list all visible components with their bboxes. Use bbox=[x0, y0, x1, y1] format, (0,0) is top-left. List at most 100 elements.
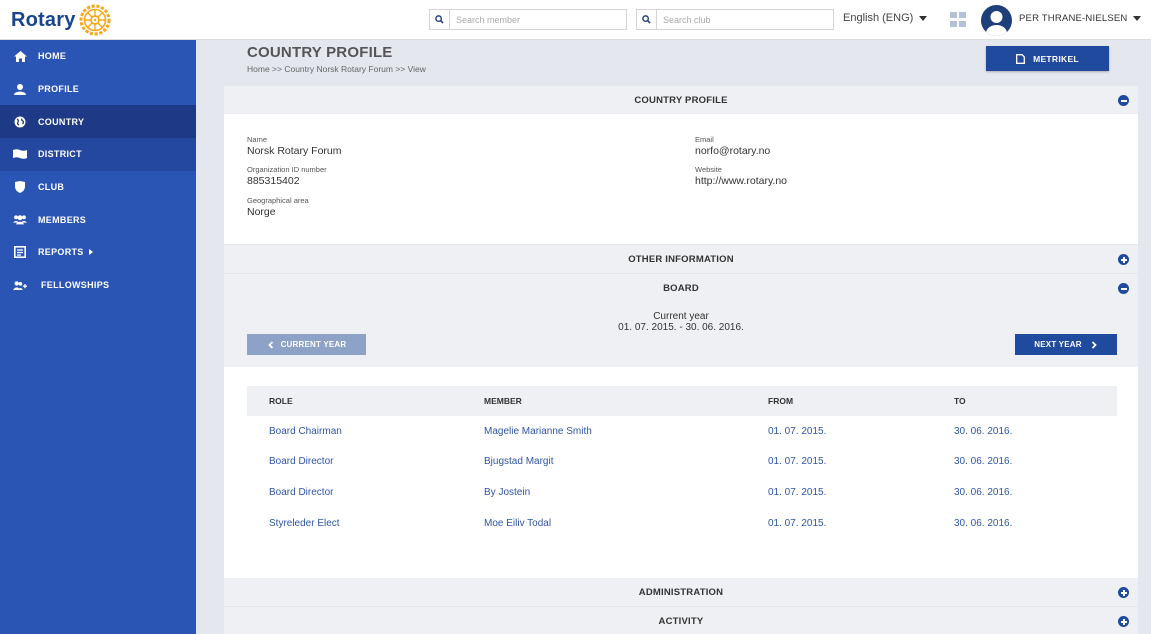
collapse-icon[interactable] bbox=[1118, 95, 1129, 106]
user-menu[interactable]: PER THRANE-NIELSEN bbox=[1019, 13, 1142, 24]
field-label: Geographical area bbox=[247, 196, 309, 205]
caret-right-icon bbox=[88, 249, 93, 256]
to-cell: 30. 06. 2016. bbox=[954, 486, 1013, 498]
name-field: Name Norsk Rotary Forum bbox=[247, 135, 342, 157]
board-section-header[interactable]: BOARD bbox=[224, 274, 1138, 302]
role-cell[interactable]: Board Director bbox=[247, 447, 462, 478]
next-year-button[interactable]: NEXT YEAR bbox=[1015, 334, 1117, 355]
field-value[interactable]: http://www.rotary.no bbox=[695, 175, 787, 187]
metrikel-button[interactable]: METRIKEL bbox=[986, 46, 1109, 71]
search-member-input[interactable] bbox=[450, 10, 626, 29]
users-icon bbox=[13, 214, 27, 226]
user-icon bbox=[13, 83, 27, 95]
search-icon bbox=[430, 10, 450, 29]
table-header-row: ROLE MEMBER FROM TO bbox=[247, 386, 1117, 416]
from-cell: 01. 07. 2015. bbox=[768, 517, 827, 529]
organization-id-field: Organization ID number 885315402 bbox=[247, 165, 327, 187]
avatar[interactable] bbox=[981, 5, 1012, 36]
section-title: ADMINISTRATION bbox=[638, 586, 724, 598]
field-value: Norsk Rotary Forum bbox=[247, 145, 342, 157]
globe-icon bbox=[13, 116, 27, 128]
member-cell[interactable]: Bjugstad Margit bbox=[462, 447, 746, 478]
field-value: 885315402 bbox=[247, 175, 300, 187]
member-cell[interactable]: Magelie Marianne Smith bbox=[462, 416, 746, 447]
board-period-range: 01. 07. 2015. - 30. 06. 2016. bbox=[618, 322, 744, 333]
sidebar-item-label: COUNTRY bbox=[38, 116, 85, 127]
user-plus-icon bbox=[13, 279, 27, 291]
expand-icon[interactable] bbox=[1118, 587, 1129, 598]
role-cell[interactable]: Styreleder Elect bbox=[247, 508, 462, 539]
field-label: Organization ID number bbox=[247, 165, 327, 174]
other-information-section-header[interactable]: OTHER INFORMATION bbox=[224, 245, 1138, 273]
search-club-field[interactable] bbox=[636, 9, 834, 30]
sidebar-item-profile[interactable]: PROFILE bbox=[0, 73, 196, 106]
field-value: Norge bbox=[247, 206, 276, 218]
report-icon bbox=[13, 246, 27, 259]
role-cell[interactable]: Board Chairman bbox=[247, 416, 462, 447]
field-value[interactable]: norfo@rotary.no bbox=[695, 145, 770, 157]
home-icon bbox=[13, 50, 27, 62]
search-icon bbox=[637, 10, 657, 29]
table-row: Board Director Bjugstad Margit 01. 07. 2… bbox=[247, 447, 1117, 478]
activity-section-header[interactable]: ACTIVITY bbox=[224, 607, 1138, 634]
language-label: English (ENG) bbox=[843, 12, 914, 24]
sidebar-item-label: HOME bbox=[38, 51, 67, 62]
rotary-logo[interactable]: Rotary bbox=[11, 4, 111, 36]
caret-down-icon bbox=[1133, 16, 1142, 21]
breadcrumb[interactable]: Home >> Country Norsk Rotary Forum >> Vi… bbox=[247, 64, 426, 74]
next-year-button-label: NEXT YEAR bbox=[1034, 340, 1082, 349]
page-title: COUNTRY PROFILE bbox=[247, 44, 393, 61]
to-cell: 30. 06. 2016. bbox=[954, 425, 1013, 437]
column-header-from: FROM bbox=[746, 386, 932, 416]
from-cell: 01. 07. 2015. bbox=[768, 425, 827, 437]
caret-down-icon bbox=[919, 15, 928, 21]
collapse-icon[interactable] bbox=[1118, 283, 1129, 294]
from-cell: 01. 07. 2015. bbox=[768, 486, 827, 498]
sidebar-item-label: REPORTS bbox=[38, 247, 84, 258]
geographical-area-field: Geographical area Norge bbox=[247, 196, 309, 218]
country-profile-panel: Name Norsk Rotary Forum Organization ID … bbox=[224, 114, 1138, 244]
expand-icon[interactable] bbox=[1118, 616, 1129, 627]
language-selector[interactable]: English (ENG) bbox=[843, 12, 928, 24]
country-profile-section-header[interactable]: COUNTRY PROFILE bbox=[224, 86, 1138, 114]
field-label: Email bbox=[695, 135, 714, 144]
metrikel-button-label: METRIKEL bbox=[1033, 53, 1079, 64]
sidebar-item-fellowships[interactable]: FELLOWSHIPS bbox=[0, 269, 196, 302]
administration-section-header[interactable]: ADMINISTRATION bbox=[224, 578, 1138, 606]
search-member-field[interactable] bbox=[429, 9, 627, 30]
sidebar-item-reports[interactable]: REPORTS bbox=[0, 236, 196, 269]
document-icon bbox=[1016, 53, 1026, 64]
board-table: ROLE MEMBER FROM TO Board Chairman Magel… bbox=[247, 386, 1117, 538]
table-row: Styreleder Elect Moe Eiliv Todal 01. 07.… bbox=[247, 508, 1117, 539]
field-label: Name bbox=[247, 135, 268, 144]
main-content: COUNTRY PROFILE Home >> Country Norsk Ro… bbox=[224, 40, 1138, 634]
role-cell[interactable]: Board Director bbox=[247, 477, 462, 508]
section-title: COUNTRY PROFILE bbox=[634, 94, 728, 106]
sidebar-item-label: FELLOWSHIPS bbox=[41, 280, 110, 291]
sidebar-item-club[interactable]: CLUB bbox=[0, 171, 196, 204]
section-title: ACTIVITY bbox=[658, 615, 704, 627]
search-club-input[interactable] bbox=[657, 10, 833, 29]
sidebar-item-district[interactable]: DISTRICT bbox=[0, 138, 196, 171]
sidebar-item-members[interactable]: MEMBERS bbox=[0, 203, 196, 236]
board-period-title: Current year bbox=[653, 311, 709, 322]
member-cell[interactable]: By Jostein bbox=[462, 477, 746, 508]
expand-icon[interactable] bbox=[1118, 254, 1129, 265]
column-header-member: MEMBER bbox=[462, 386, 746, 416]
flag-icon bbox=[13, 148, 27, 160]
section-title: BOARD bbox=[663, 282, 699, 294]
sidebar-item-label: CLUB bbox=[38, 182, 65, 193]
sidebar-item-country[interactable]: COUNTRY bbox=[0, 105, 196, 139]
sidebar: HOME PROFILE COUNTRY DISTRICT CLUB MEMBE… bbox=[0, 40, 196, 634]
sidebar-item-label: MEMBERS bbox=[38, 214, 87, 225]
email-field: Email norfo@rotary.no bbox=[695, 135, 770, 157]
to-cell: 30. 06. 2016. bbox=[954, 517, 1013, 529]
sidebar-item-home[interactable]: HOME bbox=[0, 40, 196, 73]
logo-text: Rotary bbox=[11, 8, 76, 31]
sidebar-item-label: PROFILE bbox=[38, 84, 80, 95]
member-cell[interactable]: Moe Eiliv Todal bbox=[462, 508, 746, 539]
current-year-button[interactable]: CURRENT YEAR bbox=[247, 334, 366, 355]
apps-grid-icon[interactable] bbox=[950, 12, 967, 28]
user-name: PER THRANE-NIELSEN bbox=[1019, 13, 1128, 24]
table-row: Board Chairman Magelie Marianne Smith 01… bbox=[247, 416, 1117, 447]
